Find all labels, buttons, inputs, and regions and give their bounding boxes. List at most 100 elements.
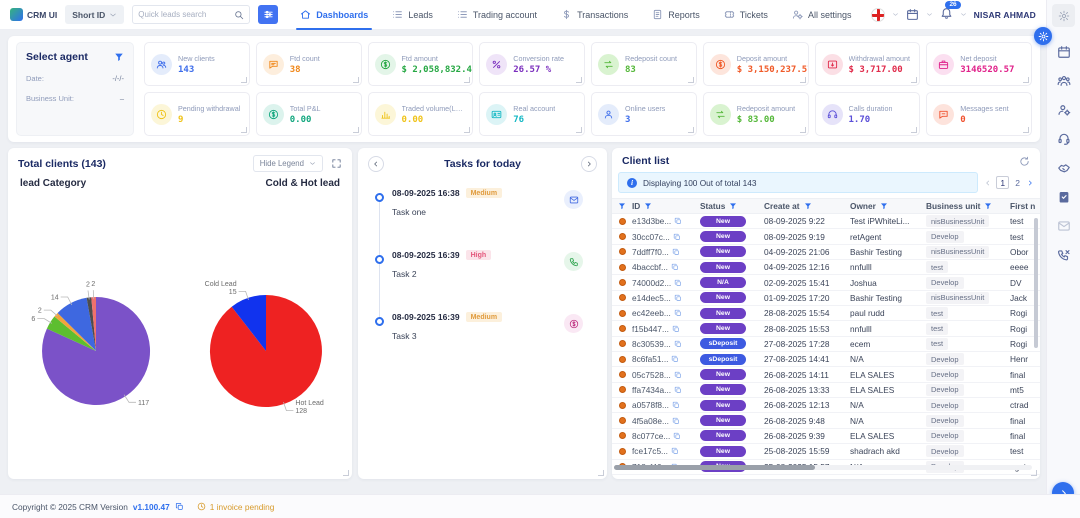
copy-icon[interactable]: [671, 447, 679, 455]
table-row[interactable]: 7ddff7f0... New 04-09-2025 21:06 Bashir …: [612, 245, 1040, 260]
copy-icon[interactable]: [674, 217, 682, 225]
copy-icon[interactable]: [673, 233, 681, 241]
copy-icon[interactable]: [672, 401, 680, 409]
column-filter-icon[interactable]: [804, 202, 812, 210]
business-unit-value[interactable]: –: [120, 94, 124, 103]
calendar-icon[interactable]: [1057, 45, 1071, 59]
table-row[interactable]: 4baccbf... New 04-09-2025 12:16 nnfulll …: [612, 260, 1040, 275]
column-filter-icon[interactable]: [729, 202, 737, 210]
nav-item-leads[interactable]: Leads: [392, 0, 433, 30]
notifications-bell[interactable]: 26: [940, 6, 953, 24]
user-settings-icon[interactable]: [1057, 103, 1071, 117]
table-row[interactable]: e13d3be... New 08-09-2025 9:22 Test iPWh…: [612, 214, 1040, 229]
invoice-pending-warning[interactable]: 1 invoice pending: [197, 502, 275, 512]
chevron-down-icon[interactable]: [926, 11, 933, 18]
table-row[interactable]: a0578f8... New 26-08-2025 12:13 N/A Deve…: [612, 398, 1040, 413]
copy-icon[interactable]: [673, 432, 681, 440]
copy-icon[interactable]: [674, 294, 682, 302]
dashboard-settings-fab[interactable]: [1034, 27, 1052, 45]
nav-item-all-settings[interactable]: All settings: [792, 0, 852, 30]
nav-item-dashboards[interactable]: Dashboards: [300, 0, 368, 30]
search-input[interactable]: [138, 10, 234, 19]
tasks-next-button[interactable]: [581, 156, 597, 172]
copy-icon[interactable]: [672, 325, 680, 333]
table-row[interactable]: 30cc07c... New 08-09-2025 9:19 retAgent …: [612, 229, 1040, 244]
page-number-2[interactable]: 2: [1013, 178, 1022, 188]
copy-icon[interactable]: [175, 502, 184, 511]
horizontal-scrollbar[interactable]: [614, 465, 1032, 470]
dollar-icon[interactable]: [564, 314, 583, 333]
chevron-down-icon[interactable]: [892, 11, 899, 18]
column-filter-icon[interactable]: [880, 202, 888, 210]
copy-icon[interactable]: [672, 248, 680, 256]
meeting-icon[interactable]: [1057, 161, 1071, 175]
mail-icon[interactable]: [1057, 219, 1071, 233]
table-row[interactable]: 8c6fa51... sDeposit 27-08-2025 14:41 N/A…: [612, 352, 1040, 367]
copy-icon[interactable]: [674, 371, 682, 379]
lead-category-pie[interactable]: 117621422: [8, 189, 180, 454]
column-header-id[interactable]: ID: [632, 201, 700, 211]
short-id-dropdown[interactable]: Short ID: [65, 5, 124, 24]
task-item[interactable]: 08-09-2025 16:38 Medium Task one: [358, 188, 597, 250]
filter-funnel-icon[interactable]: [114, 52, 124, 62]
hscroll-thumb[interactable]: [614, 465, 815, 470]
column-header-status[interactable]: Status: [700, 201, 764, 211]
task-item[interactable]: 08-09-2025 16:39 Medium Task 3: [358, 312, 597, 374]
task-item[interactable]: 08-09-2025 16:39 High Task 2: [358, 250, 597, 312]
task-name: Task 2: [392, 269, 597, 279]
nav-item-trading-account[interactable]: Trading account: [457, 0, 537, 30]
user-name[interactable]: NISAR AHMAD: [974, 10, 1036, 20]
table-row[interactable]: 05c7528... New 26-08-2025 14:11 ELA SALE…: [612, 367, 1040, 382]
column-header-owner[interactable]: Owner: [850, 201, 926, 211]
cold-hot-lead-pie[interactable]: Hot Lead128Cold Lead15: [180, 189, 352, 454]
copy-icon[interactable]: [674, 309, 682, 317]
page-next-icon[interactable]: [1026, 179, 1034, 187]
advanced-filter-button[interactable]: [258, 5, 278, 24]
phone-icon[interactable]: [564, 252, 583, 271]
table-row[interactable]: 4f5a08e... New 26-08-2025 9:48 N/A Devel…: [612, 413, 1040, 428]
table-row[interactable]: e14dec5... New 01-09-2025 17:20 Bashir T…: [612, 291, 1040, 306]
expand-icon[interactable]: [331, 158, 342, 169]
language-flag-icon[interactable]: [871, 8, 885, 22]
rail-settings-box[interactable]: [1052, 4, 1075, 27]
column-header-first-n[interactable]: First n: [1010, 201, 1036, 211]
table-row[interactable]: ec42eeb... New 28-08-2025 15:54 paul rud…: [612, 306, 1040, 321]
tasks-icon[interactable]: [1057, 190, 1071, 204]
nav-item-transactions[interactable]: Transactions: [561, 0, 628, 30]
quick-leads-search[interactable]: [132, 5, 250, 24]
support-icon[interactable]: [1057, 132, 1071, 146]
calendar-icon[interactable]: [906, 8, 919, 21]
tasks-prev-button[interactable]: [368, 156, 384, 172]
column-header-business-unit[interactable]: Business unit: [926, 201, 1010, 211]
nav-item-reports[interactable]: Reports: [652, 0, 700, 30]
refresh-icon[interactable]: [1019, 156, 1030, 167]
table-row[interactable]: 8c077ce... New 26-08-2025 9:39 ELA SALES…: [612, 429, 1040, 444]
page-number-1[interactable]: 1: [996, 176, 1009, 189]
vscroll-thumb[interactable]: [1034, 218, 1038, 348]
vertical-scrollbar[interactable]: [1034, 218, 1038, 468]
hide-legend-dropdown[interactable]: Hide Legend: [253, 155, 323, 172]
column-filter-icon[interactable]: [644, 202, 652, 210]
copy-icon[interactable]: [672, 417, 680, 425]
chevron-down-icon[interactable]: [960, 11, 967, 18]
copy-icon[interactable]: [674, 340, 682, 348]
copy-icon[interactable]: [674, 279, 682, 287]
table-row[interactable]: 8c30539... sDeposit 27-08-2025 17:28 ece…: [612, 337, 1040, 352]
table-row[interactable]: 74000d2... N/A 02-09-2025 15:41 Joshua D…: [612, 275, 1040, 290]
copy-icon[interactable]: [674, 386, 682, 394]
copy-icon[interactable]: [671, 355, 679, 363]
team-icon[interactable]: [1057, 74, 1071, 88]
date-value[interactable]: -/-/-: [112, 74, 124, 83]
column-filter-icon[interactable]: [618, 202, 626, 210]
copy-icon[interactable]: [671, 263, 679, 271]
table-row[interactable]: f15b447... New 28-08-2025 15:53 nnfulll …: [612, 321, 1040, 336]
call-end-icon[interactable]: [1057, 248, 1071, 262]
page-prev-icon[interactable]: [984, 179, 992, 187]
table-row[interactable]: fce17c5... New 25-08-2025 15:59 shadrach…: [612, 444, 1040, 459]
search-icon[interactable]: [234, 10, 244, 20]
table-row[interactable]: ffa7434a... New 26-08-2025 13:33 ELA SAL…: [612, 383, 1040, 398]
column-filter-icon[interactable]: [984, 202, 992, 210]
column-header-create-at[interactable]: Create at: [764, 201, 850, 211]
mail-icon[interactable]: [564, 190, 583, 209]
nav-item-tickets[interactable]: Tickets: [724, 0, 768, 30]
